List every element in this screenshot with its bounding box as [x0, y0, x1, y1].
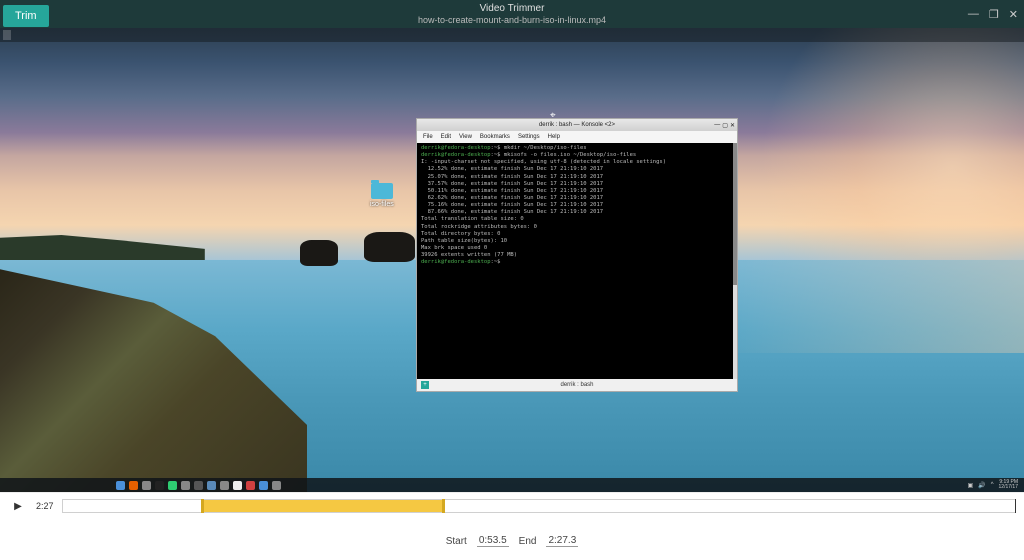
- terminal-titlebar: derrik : bash — Konsole <2> — ▢ ✕: [417, 119, 737, 131]
- end-label: End: [519, 536, 537, 547]
- clock-date: 12/17/17: [999, 485, 1018, 490]
- folder-icon: [371, 183, 393, 199]
- music-icon: [181, 481, 190, 490]
- window-title: Video Trimmer how-to-create-mount-and-bu…: [418, 3, 606, 26]
- tray-up-arrow-icon: ^: [991, 482, 994, 488]
- terminal-menu-item: File: [423, 134, 433, 140]
- timeline-selection[interactable]: [201, 500, 442, 512]
- util-icon: [259, 481, 268, 490]
- terminal-window: derrik : bash — Konsole <2> — ▢ ✕ File Ed…: [416, 118, 738, 392]
- taskbar-clock: 9:19 PM 12/17/17: [999, 480, 1018, 490]
- selection-start-handle[interactable]: [201, 499, 204, 513]
- term-maximize-icon: ▢: [722, 122, 728, 129]
- app-menu-icon: [116, 481, 125, 490]
- playhead[interactable]: [1015, 499, 1016, 513]
- folder-label: iso-files: [370, 201, 394, 208]
- term-close-icon: ✕: [730, 122, 735, 129]
- terminal-title-text: derrik : bash — Konsole <2>: [539, 122, 615, 128]
- titlebar: Trim Video Trimmer how-to-create-mount-a…: [0, 0, 1024, 28]
- record-icon: [246, 481, 255, 490]
- konsole-icon: [233, 481, 242, 490]
- terminal-output: derrik@fedora-desktop:~$ mkdir ~/Desktop…: [417, 143, 737, 379]
- video-preview: ⌖ iso-files derrik : bash — Konsole <2> …: [0, 28, 1024, 492]
- file-name: how-to-create-mount-and-burn-iso-in-linu…: [418, 15, 606, 26]
- trim-button[interactable]: Trim: [3, 5, 49, 27]
- selection-end-handle[interactable]: [442, 499, 445, 513]
- tray-up-icon: ▣: [968, 482, 974, 489]
- app-title: Video Trimmer: [418, 3, 606, 15]
- term-minimize-icon: —: [714, 122, 720, 129]
- terminal-menu-item: Settings: [518, 134, 540, 140]
- controls-panel: ▶ 2:27 Start 0:53.5 End 2:27.3: [0, 492, 1024, 560]
- settings-icon: [207, 481, 216, 490]
- minimize-icon[interactable]: —: [968, 8, 979, 21]
- terminal-new-tab-icon: +: [421, 381, 429, 389]
- terminal-menu-item: Bookmarks: [480, 134, 510, 140]
- timeline[interactable]: [62, 499, 1016, 513]
- tray-volume-icon: 🔊: [978, 482, 985, 489]
- end-value[interactable]: 2:27.3: [546, 535, 578, 547]
- firefox-icon: [129, 481, 138, 490]
- panel-handle-icon: [3, 30, 11, 40]
- terminal-menu-item: Help: [548, 134, 560, 140]
- terminal-footer-text: derrik : bash: [560, 382, 593, 388]
- start-label: Start: [446, 536, 467, 547]
- play-button[interactable]: ▶: [8, 496, 28, 516]
- chat-icon: [168, 481, 177, 490]
- start-value[interactable]: 0:53.5: [477, 535, 509, 547]
- terminal-scrollbar: [733, 143, 737, 379]
- terminal-menu-item: Edit: [441, 134, 451, 140]
- desktop-taskbar: ▣ 🔊 ^ 9:19 PM 12/17/17: [0, 478, 1024, 492]
- steam-icon: [194, 481, 203, 490]
- editor-icon: [220, 481, 229, 490]
- close-icon[interactable]: ✕: [1009, 8, 1018, 21]
- current-time: 2:27: [36, 501, 54, 511]
- terminal-statusbar: + derrik : bash: [417, 379, 737, 391]
- terminal-menubar: File Edit View Bookmarks Settings Help: [417, 131, 737, 143]
- maximize-icon[interactable]: ❐: [989, 8, 999, 21]
- desktop-top-panel: [0, 28, 1024, 42]
- files-icon: [142, 481, 151, 490]
- tool-icon: [272, 481, 281, 490]
- terminal-menu-item: View: [459, 134, 472, 140]
- terminal-icon: [155, 481, 164, 490]
- desktop-folder: iso-files: [370, 183, 394, 208]
